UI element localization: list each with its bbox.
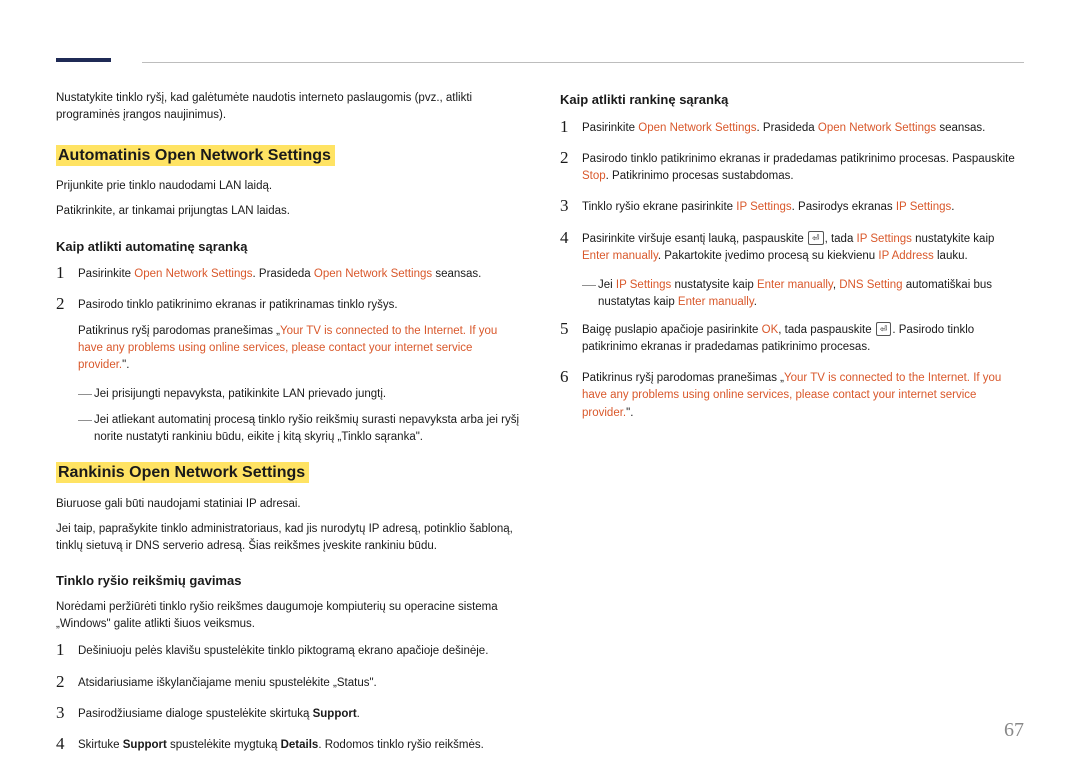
t: Open Network Settings [314,268,432,280]
t: Pasirodo tinklo patikrinimo ekranas ir p… [78,299,398,311]
t: IP Settings [736,201,791,213]
t: Jei prisijungti nepavyksta, patikinkite … [94,386,386,403]
list-item: 1 Pasirinkite Open Network Settings. Pra… [56,264,520,283]
heading-automatic: Automatinis Open Network Settings [56,145,335,166]
step-number: 5 [560,320,582,339]
t: Pasirodo tinklo patikrinimo ekranas ir p… [582,153,1015,165]
dash-item: ― Jei IP Settings nustatysite kaip Enter… [582,277,1024,312]
list-item: 6 Patikrinus ryšį parodomas pranešimas „… [560,368,1024,422]
accent-bar [56,58,111,62]
step-number: 2 [56,673,78,692]
t: ". [626,407,633,419]
dash-item: ―Jei prisijungti nepavyksta, patikinkite… [78,386,520,403]
para-b2: Jei taip, paprašykite tinklo administrat… [56,521,520,556]
list-item: 2 Pasirodo tinklo patikrinimo ekranas ir… [56,295,520,374]
step-number: 2 [56,295,78,314]
intro-text: Nustatykite tinklo ryšį, kad galėtumėte … [56,90,520,125]
sub-manual-setup: Kaip atlikti rankinę sąranką [560,90,1024,110]
t: . [754,296,757,308]
para-a1: Prijunkite prie tinklo naudodami LAN lai… [56,178,520,195]
para-a2: Patikrinkite, ar tinkamai prijungtas LAN… [56,203,520,220]
t: . [951,201,954,213]
t: . Prasideda [757,122,818,134]
left-column: Nustatykite tinklo ryšį, kad galėtumėte … [56,90,520,766]
para-b1: Biuruose gali būti naudojami statiniai I… [56,496,520,513]
t: ". [122,359,129,371]
t: IP Address [878,250,933,262]
t: . Rodomos tinklo ryšio reikšmės. [318,739,484,751]
t: . Prasideda [253,268,314,280]
t: . Patikrinimo procesas sustabdomas. [606,170,794,182]
t: Tinklo ryšio ekrane pasirinkite [582,201,736,213]
step-number: 3 [560,197,582,216]
list-item: 3 Tinklo ryšio ekrane pasirinkite IP Set… [560,197,1024,216]
page-number: 67 [1004,715,1024,745]
t: Skirtuke [78,739,123,751]
t: Pasirodžiusiame dialoge spustelėkite ski… [78,708,313,720]
t: Support [123,739,167,751]
step-number: 1 [56,641,78,660]
t: Patikrinus ryšį parodomas pranešimas „ [78,325,280,337]
list-item: 5 Baigę puslapio apačioje pasirinkite OK… [560,320,1024,357]
t: Details [281,739,319,751]
t: . [357,708,360,720]
t: lauku. [934,250,968,262]
step-number: 1 [56,264,78,283]
t: Enter manually [757,279,833,291]
t: IP Settings [857,233,912,245]
list-item: 2 Pasirodo tinklo patikrinimo ekranas ir… [560,149,1024,186]
t: DNS Setting [839,279,902,291]
t: Pasirinkite viršuje esantį lauką, paspau… [582,233,807,245]
t: , tada paspauskite [778,324,875,336]
step-number: 1 [560,118,582,137]
t: Jei atliekant automatinį procesą tinklo … [94,412,520,447]
right-column: Kaip atlikti rankinę sąranką 1 Pasirinki… [560,90,1024,766]
t: IP Settings [616,279,671,291]
t: Open Network Settings [134,268,252,280]
step-number: 6 [560,368,582,387]
list-item: 4 Pasirinkite viršuje esantį lauką, pasp… [560,229,1024,266]
t: Support [313,708,357,720]
t: . Pasirodys ekranas [792,201,896,213]
t: Pasirinkite [78,268,134,280]
dash-item: ―Jei atliekant automatinį procesą tinklo… [78,412,520,447]
step-number: 2 [560,149,582,168]
list-item: 1 Dešiniuoju pelės klavišu spustelėkite … [56,641,520,660]
step-number: 4 [560,229,582,248]
list-item: 3 Pasirodžiusiame dialoge spustelėkite s… [56,704,520,723]
header-rule [142,62,1024,63]
list-item: 4 Skirtuke Support spustelėkite mygtuką … [56,735,520,754]
t: Enter manually [678,296,754,308]
sub-values: Tinklo ryšio reikšmių gavimas [56,571,520,591]
t: Patikrinus ryšį parodomas pranešimas „ [582,372,784,384]
t: spustelėkite mygtuką [167,739,281,751]
t: Atsidariusiame iškylančiajame meniu spus… [78,673,520,692]
t: Pasirinkite [582,122,638,134]
t: seansas. [936,122,985,134]
para-b3: Norėdami peržiūrėti tinklo ryšio reikšme… [56,599,520,634]
list-item: 1 Pasirinkite Open Network Settings. Pra… [560,118,1024,137]
t: Enter manually [582,250,658,262]
enter-icon: ⏎ [808,231,824,245]
t: Open Network Settings [638,122,756,134]
t: . Pakartokite įvedimo procesą su kiekvie… [658,250,879,262]
step-number: 3 [56,704,78,723]
sub-automatic: Kaip atlikti automatinę sąranką [56,237,520,257]
t: seansas. [432,268,481,280]
enter-icon: ⏎ [876,322,892,336]
t: Baigę puslapio apačioje pasirinkite [582,324,762,336]
list-item: 2 Atsidariusiame iškylančiajame meniu sp… [56,673,520,692]
t: Open Network Settings [818,122,936,134]
t: Stop [582,170,606,182]
t: Jei [598,279,616,291]
t: , tada [825,233,857,245]
heading-manual: Rankinis Open Network Settings [56,462,309,483]
t: Dešiniuoju pelės klavišu spustelėkite ti… [78,641,520,660]
t: nustatysite kaip [671,279,757,291]
t: nustatykite kaip [912,233,994,245]
step-number: 4 [56,735,78,754]
t: IP Settings [896,201,951,213]
t: OK [762,324,779,336]
